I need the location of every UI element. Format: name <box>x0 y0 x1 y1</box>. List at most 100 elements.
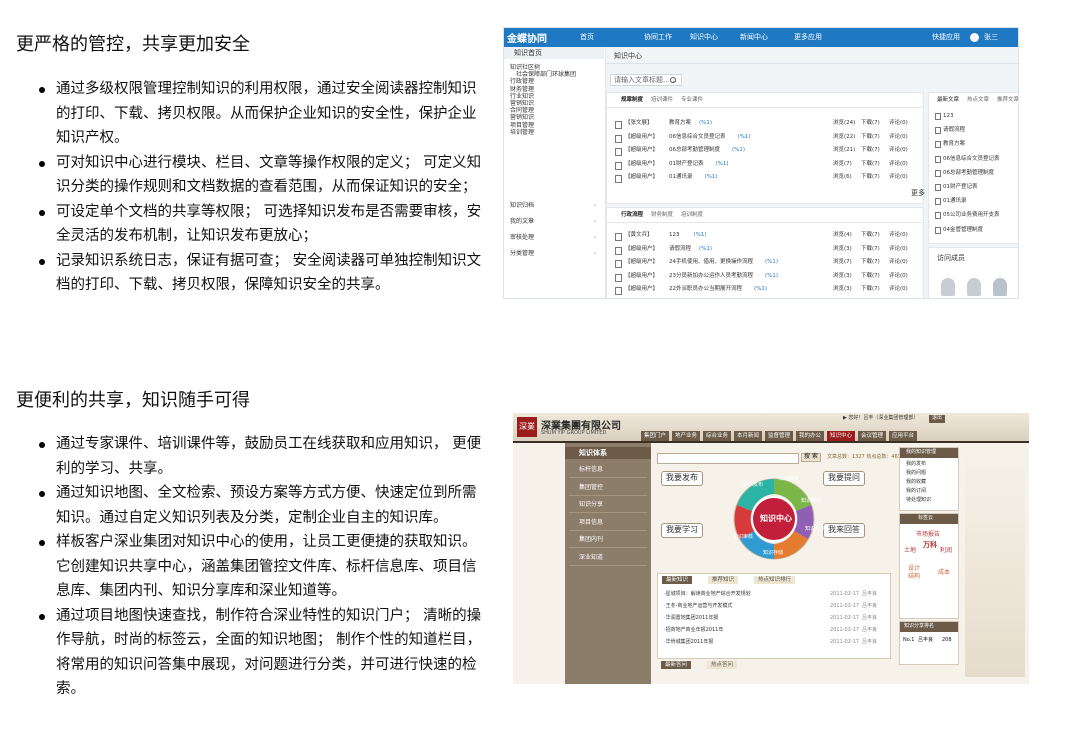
avatar[interactable] <box>967 278 981 296</box>
tree-node[interactable]: 营销知识 <box>510 115 534 122</box>
tag-link[interactable]: 土地 <box>904 547 916 555</box>
tab-0[interactable]: 最新知识 <box>662 576 693 585</box>
tab-1[interactable]: 财务制度 <box>651 212 673 218</box>
nav-item[interactable]: 会议管理 <box>858 431 887 442</box>
ring-segment-label[interactable]: 知识审核 <box>733 534 753 541</box>
row-title[interactable]: 123 <box>669 232 680 238</box>
row-stat[interactable]: 评论(0) <box>889 147 908 153</box>
list-item[interactable]: 06信息综合文员登记表 <box>943 156 1000 162</box>
ring-segment-label[interactable]: 知识发布 <box>743 482 763 489</box>
sidebar-menu-item[interactable]: 知识归档 <box>510 202 534 210</box>
row-stat[interactable]: 浏览(6) <box>833 174 852 180</box>
list-item[interactable]: 01通讯录 <box>943 198 967 204</box>
tree-node[interactable]: 培训管理 <box>510 129 534 137</box>
list-item[interactable]: 01财产登记表 <box>943 184 978 190</box>
tab-2[interactable]: 专业课件 <box>681 97 703 103</box>
row-stat[interactable]: 下载(7) <box>861 232 880 238</box>
tag-link[interactable]: 利润 <box>940 547 952 555</box>
row-stat[interactable]: 浏览(3) <box>833 246 852 252</box>
search-button[interactable]: 搜 索 <box>801 453 821 462</box>
row-title[interactable]: 06信息综合文员登记表 <box>669 134 726 140</box>
nav-item[interactable]: 集团门户 <box>641 431 670 442</box>
nav-news[interactable]: 新闻中心 <box>740 33 768 42</box>
list-item[interactable]: ·王冬-商业地产运营与开发模式 <box>664 603 732 610</box>
left-menu-item[interactable]: 项目信息 <box>579 519 603 527</box>
action-button[interactable]: 我要提问 <box>823 471 865 486</box>
list-item[interactable]: ·华润置地集团2011年报 <box>664 615 718 622</box>
ring-segment-label[interactable]: 知识分享 <box>805 526 825 533</box>
nav-item[interactable]: 监督管理 <box>765 431 794 442</box>
row-stat[interactable]: 下载(7) <box>861 120 880 126</box>
row-stat[interactable]: 评论(0) <box>889 246 908 252</box>
list-item[interactable]: 请假流程 <box>943 127 965 133</box>
row-stat[interactable]: 浏览(4) <box>833 232 852 238</box>
tab-2[interactable]: 培训制度 <box>681 212 703 218</box>
nav-item[interactable]: 综合业务 <box>703 431 732 442</box>
tab-1[interactable]: 培训课件 <box>651 97 673 103</box>
my-knowledge-link[interactable]: 我的发布 <box>906 461 926 468</box>
quick-apps[interactable]: 快捷应用 <box>932 33 960 42</box>
left-menu-item[interactable]: 标杆信息 <box>579 466 603 474</box>
row-title[interactable]: 24手机使用、借用、更换操作流程 <box>669 259 753 265</box>
list-item[interactable]: ·星城项目：解读商业地产综合开发规划 <box>664 591 751 598</box>
row-title[interactable]: 01通讯录 <box>669 174 693 180</box>
action-button[interactable]: 我要发布 <box>661 471 703 486</box>
my-knowledge-link[interactable]: 我的订阅 <box>906 488 926 495</box>
tab-2[interactable]: 推荐文章 <box>997 97 1018 103</box>
row-stat[interactable]: 评论(0) <box>889 161 908 167</box>
list-item[interactable]: 05公司业务费用开支表 <box>943 212 1000 218</box>
nav-item[interactable]: 知识中心 <box>827 431 856 442</box>
nav-item[interactable]: 我的办公 <box>796 431 825 442</box>
list-item[interactable]: 教育方案 <box>943 141 965 147</box>
tag-link[interactable]: 结构 <box>908 573 920 581</box>
ring-segment-label[interactable]: 知识存储 <box>763 550 783 557</box>
row-stat[interactable]: 评论(0) <box>889 120 908 126</box>
tab-0[interactable]: 行政流程 <box>621 212 643 218</box>
nav-more[interactable]: 更多应用 <box>794 33 822 42</box>
row-stat[interactable]: 下载(7) <box>861 286 880 292</box>
ring-segment-label[interactable]: 知识获取 <box>779 476 799 483</box>
tag-link[interactable]: 成本 <box>938 569 950 577</box>
list-item[interactable]: 123 <box>943 113 954 119</box>
tag-link[interactable]: 万科 <box>923 541 937 550</box>
nav-item[interactable]: 地产业务 <box>672 431 701 442</box>
logout-button[interactable]: 退出 <box>929 415 946 423</box>
action-button[interactable]: 我来回答 <box>823 523 865 538</box>
list-item[interactable]: ·招商地产商业年报2011年 <box>664 627 723 634</box>
tag-link[interactable]: 市场报告 <box>916 531 940 539</box>
row-stat[interactable]: 浏览(24) <box>833 120 855 126</box>
tab-0[interactable]: 最新文章 <box>937 97 959 103</box>
row-stat[interactable]: 评论(0) <box>889 174 908 180</box>
row-title[interactable]: 教育方案 <box>669 120 691 126</box>
row-stat[interactable]: 浏览(3) <box>833 286 852 292</box>
row-stat[interactable]: 浏览(3) <box>833 273 852 279</box>
list-item[interactable]: ·华侨城集团2011年报 <box>664 639 713 646</box>
row-title[interactable]: 22外派职员办公当期展开流程 <box>669 286 742 292</box>
list-item[interactable]: 04金管管理制度 <box>943 227 983 233</box>
more-link[interactable]: 更多 <box>911 189 925 198</box>
my-knowledge-link[interactable]: 我的问题 <box>906 470 926 477</box>
search-icon[interactable] <box>670 77 676 83</box>
avatar[interactable] <box>941 278 955 296</box>
tab-1[interactable]: 推荐知识 <box>708 576 739 585</box>
tab-0[interactable]: 规章制度 <box>621 97 643 103</box>
row-stat[interactable]: 浏览(22) <box>833 134 855 140</box>
row-stat[interactable]: 评论(0) <box>889 273 908 279</box>
list-item[interactable]: 06总部考勤管理制度 <box>943 170 994 176</box>
tab-1[interactable]: 热点答问 <box>707 661 738 670</box>
tab-1[interactable]: 热点文章 <box>967 97 989 103</box>
nav-item[interactable]: 应用平台 <box>889 431 918 442</box>
nav-knowledge[interactable]: 知识中心 <box>690 33 718 42</box>
row-title[interactable]: 23分员新加办公运作人员考勤流程 <box>669 273 753 279</box>
tab-2[interactable]: 热点知识排行 <box>754 576 796 585</box>
row-title[interactable]: 01财产登记表 <box>669 161 704 167</box>
search-input[interactable] <box>657 453 799 464</box>
tree-node[interactable]: 行政管理 <box>510 79 534 86</box>
user-name[interactable]: 张三 <box>984 33 998 42</box>
sidebar-menu-item[interactable]: 我的文章 <box>510 218 534 226</box>
avatar[interactable] <box>993 278 1007 296</box>
tab-0[interactable]: 最新答问 <box>661 661 692 670</box>
row-stat[interactable]: 下载(7) <box>861 161 880 167</box>
row-stat[interactable]: 评论(0) <box>889 232 908 238</box>
sidebar-menu-item[interactable]: 审核处理 <box>510 234 534 242</box>
